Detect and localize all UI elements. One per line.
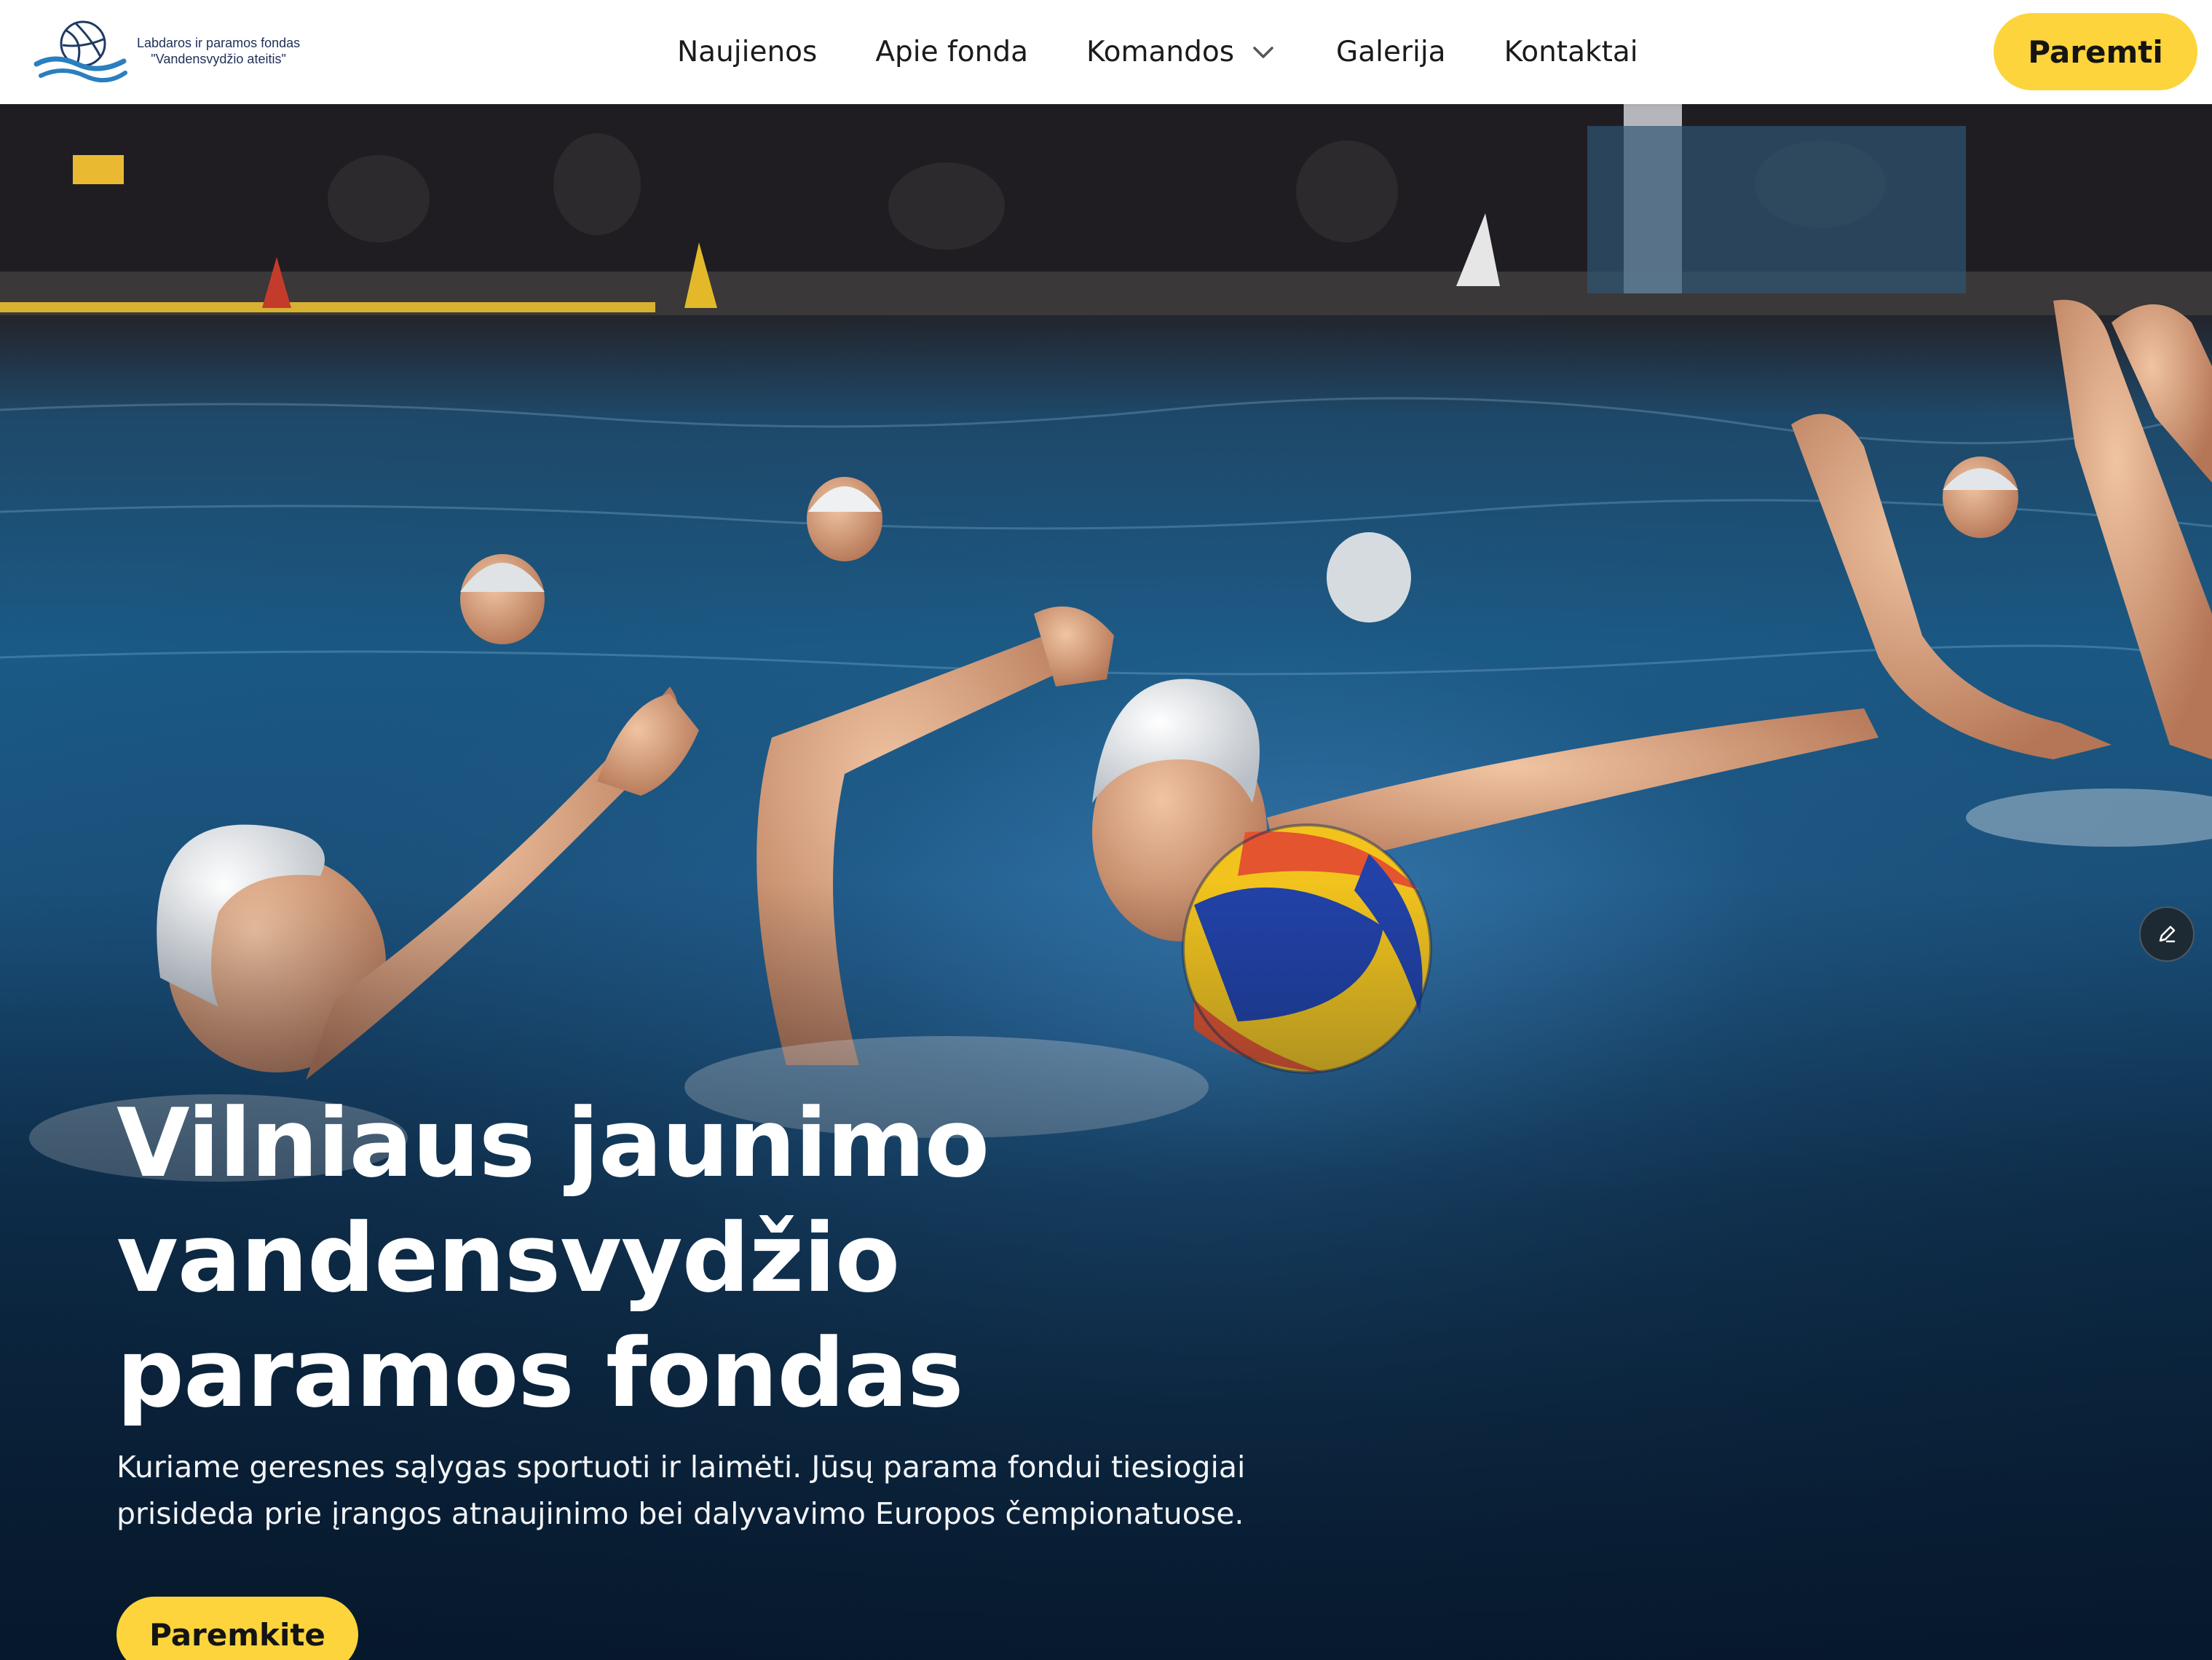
site-logo[interactable]: Labdaros ir paramos fondas "Vandensvydži… [33, 19, 300, 83]
nav-item-komandos-label: Komandos [1086, 36, 1235, 68]
nav-item-komandos[interactable]: Komandos [1086, 36, 1278, 68]
nav-item-galerija[interactable]: Galerija [1336, 36, 1446, 68]
nav-item-kontaktai[interactable]: Kontaktai [1504, 36, 1638, 68]
paremti-button[interactable]: Paremti [1994, 13, 2197, 90]
brand-name: Labdaros ir paramos fondas "Vandensvydži… [137, 35, 300, 67]
hero-section: Vilniaus jaunimo vandensvydžio paramos f… [0, 104, 2212, 1660]
pencil-icon [2159, 925, 2176, 943]
brand-line-2: "Vandensvydžio ateitis" [151, 52, 286, 66]
chevron-down-icon [1253, 46, 1273, 58]
nav-item-apie-fonda[interactable]: Apie fonda [875, 36, 1028, 68]
water-polo-logo-icon [33, 20, 127, 82]
brand-line-1: Labdaros ir paramos fondas [137, 36, 301, 50]
hero-title-line-2: paramos fondas [116, 1318, 964, 1428]
hero-title: Vilniaus jaunimo vandensvydžio paramos f… [116, 1086, 1718, 1431]
hero-subtitle-line-2: prisideda prie įrangos atnaujinimo bei d… [116, 1496, 1244, 1531]
paremkite-button[interactable]: Paremkite [116, 1597, 358, 1660]
edit-button[interactable] [2139, 906, 2195, 962]
site-header: Labdaros ir paramos fondas "Vandensvydži… [0, 0, 2212, 104]
hero-subtitle-line-1: Kuriame geresnes sąlygas sportuoti ir la… [116, 1450, 1246, 1485]
hero-title-line-1: Vilniaus jaunimo vandensvydžio [116, 1088, 990, 1313]
main-nav: Naujienos Apie fonda Komandos Galerija K… [677, 0, 1638, 104]
hero-subtitle: Kuriame geresnes sąlygas sportuoti ir la… [116, 1444, 1281, 1537]
nav-item-naujienos[interactable]: Naujienos [677, 36, 817, 68]
